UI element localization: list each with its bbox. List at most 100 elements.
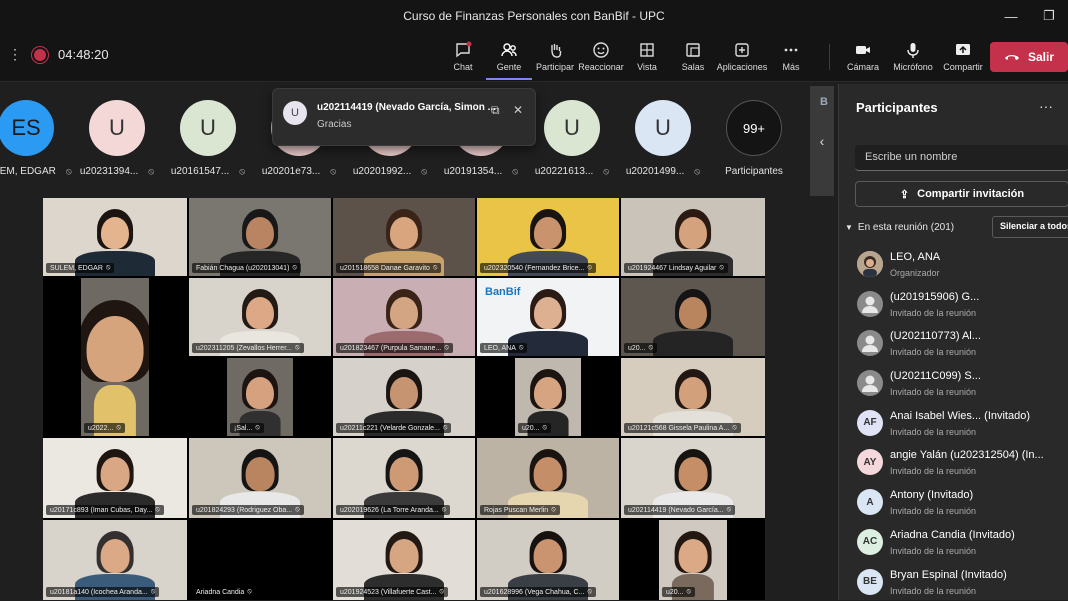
participant-photo (857, 251, 883, 277)
more-participants-button[interactable]: 99+Participantes (708, 100, 800, 177)
participant-name: Fabián Chagua (u202013041) (196, 265, 289, 272)
video-tile-label: u20171c893 (Iman Cubas, Day...⦸ (46, 505, 164, 515)
person-face (101, 539, 130, 573)
participant-row[interactable]: (U20211C099) S...Invitado de la reunión (839, 363, 1068, 403)
raise-hand-icon (546, 38, 564, 62)
open-chat-icon[interactable]: ⧉ (491, 103, 500, 118)
toolbar-gente-button[interactable]: Gente (486, 38, 532, 80)
strip-participant-name: u20201e73...⦸ (262, 166, 336, 177)
video-tile[interactable]: u20171c893 (Iman Cubas, Day...⦸ (43, 438, 187, 518)
strip-participant[interactable]: Uu20161547...⦸ (162, 100, 254, 177)
person-face (679, 297, 707, 330)
video-tile[interactable]: u20...⦸ (659, 520, 727, 600)
participant-row[interactable]: LEO, ANAOrganizador (839, 244, 1068, 284)
avatar: 99+ (726, 100, 782, 156)
mic-off-icon: ⦸ (255, 424, 260, 432)
participant-name: u20171c893 (Iman Cubas, Day... (50, 507, 152, 514)
mic-off-icon: ⦸ (587, 264, 592, 272)
restore-icon[interactable]: ❐ (1030, 0, 1068, 32)
video-tile[interactable]: u202019626 (La Torre Aranda...⦸ (333, 438, 475, 518)
brand-edge: B (820, 96, 828, 108)
video-tile[interactable]: u20...⦸ (621, 278, 765, 356)
mic-off-icon: ⦸ (727, 506, 732, 514)
video-tile[interactable]: Rojas Puscan Merlin⦸ (477, 438, 619, 518)
video-tile[interactable]: u20211c221 (Velarde Gonzale...⦸ (333, 358, 475, 436)
video-tile[interactable]: Fabián Chagua (u202013041)⦸ (189, 198, 331, 276)
close-icon[interactable]: ✕ (513, 103, 523, 117)
toolbar-chat-button[interactable]: Chat (440, 38, 486, 80)
strip-participant[interactable]: Uu20201499...⦸ (617, 100, 709, 177)
participant-row[interactable]: AAntony (Invitado)Invitado de la reunión (839, 482, 1068, 522)
video-tile[interactable]: u201924467 Lindsay Aguilar⦸ (621, 198, 765, 276)
video-tile[interactable]: ¡Sal...⦸ (227, 358, 293, 436)
toolbar-participar-button[interactable]: Participar (532, 38, 578, 80)
toolbar-salas-button[interactable]: Salas (670, 38, 716, 80)
mic-off-icon: ⦸ (151, 588, 156, 596)
video-tile[interactable]: u201518658 Danae Garavito⦸ (333, 198, 475, 276)
toolbar-vista-button[interactable]: Vista (624, 38, 670, 80)
more-icon[interactable]: ··· (1039, 98, 1053, 114)
toolbar-reaccionar-button[interactable]: Reaccionar (578, 38, 624, 80)
toolbar-camera-button[interactable]: Cámara (838, 38, 888, 72)
video-tile[interactable]: u20121c568 Gissela Paulina A...⦸ (621, 358, 765, 436)
minimize-icon[interactable]: — (992, 0, 1030, 32)
participant-avatar (857, 370, 883, 396)
mute-all-button[interactable]: Silenciar a todos (992, 216, 1068, 238)
video-tile[interactable]: u202114419 (Nevado García...⦸ (621, 438, 765, 518)
camera-icon (854, 38, 872, 62)
video-tile[interactable]: u201824293 (Rodriguez Oba...⦸ (189, 438, 331, 518)
share-invite-label: Compartir invitación (917, 188, 1024, 200)
toolbar-aplicaciones-button[interactable]: Aplicaciones (716, 38, 768, 80)
participant-name: u20121c568 Gissela Paulina A... (628, 425, 729, 432)
strip-participant[interactable]: Uu20221613...⦸ (526, 100, 618, 177)
toast-avatar: U (283, 101, 307, 125)
video-tile[interactable]: u202320540 (Fernandez Brice...⦸ (477, 198, 619, 276)
toolbar-microphone-button[interactable]: Micrófono (888, 38, 938, 72)
toolbar-más-button[interactable]: Más (768, 38, 814, 80)
leave-button[interactable]: Salir (990, 42, 1068, 72)
strip-participant[interactable]: ESSULEM, EDGAR⦸ (0, 100, 72, 177)
more-options-icon[interactable]: ⋮ (8, 46, 22, 63)
person-face (101, 457, 130, 491)
participant-name: u20221613... (535, 166, 593, 177)
toolbar-share-screen-button[interactable]: Compartir (938, 38, 988, 72)
toast-message: Gracias (317, 119, 351, 130)
toolbar-label: Reaccionar (578, 62, 624, 72)
search-participants-input[interactable]: Escribe un nombre (855, 145, 1068, 171)
video-tile-label: u20...⦸ (662, 587, 695, 597)
video-tile[interactable]: u201823467 (Purpula Samane...⦸ (333, 278, 475, 356)
participant-row[interactable]: (U202110773) Al...Invitado de la reunión (839, 323, 1068, 363)
participant-name: u20... (522, 425, 540, 432)
participant-avatar: BE (857, 569, 883, 595)
strip-participant[interactable]: Uu20231394...⦸ (71, 100, 163, 177)
mic-off-icon: ⦸ (543, 424, 548, 432)
toolbar-media-controls: CámaraMicrófonoCompartir (838, 38, 988, 72)
participant-name: u20231394... (80, 166, 138, 177)
participant-row[interactable]: BEBryan Espinal (Invitado)Invitado de la… (839, 562, 1068, 601)
video-tile[interactable]: u20...⦸ (515, 358, 581, 436)
video-tile[interactable]: u2022...⦸ (81, 278, 149, 436)
meeting-timer: 04:48:20 (58, 47, 109, 62)
video-tile[interactable]: u201924523 (Villafuerte Cast...⦸ (333, 520, 475, 600)
participant-name: (U202110773) Al... (890, 330, 981, 342)
video-tile[interactable]: u202311205 (Zevallos Herrer...⦸ (189, 278, 331, 356)
share-invite-button[interactable]: ⇪ Compartir invitación (855, 181, 1068, 207)
video-tile[interactable]: u201628996 (Vega Chahua, C...⦸ (477, 520, 619, 600)
video-tile[interactable]: u20181a140 (Icochea Aranda...⦸ (43, 520, 187, 600)
video-tile[interactable]: Ariadna Candia⦸ (189, 520, 331, 600)
video-tile[interactable]: BanBifLEO, ANA⦸ (477, 278, 619, 356)
breakout-rooms-icon (684, 38, 702, 62)
person-face (679, 457, 708, 491)
avatar: U (180, 100, 236, 156)
video-tile[interactable]: SULEM, EDGAR⦸ (43, 198, 187, 276)
participant-row[interactable]: AYangie Yalán (u202312504) (In...Invitad… (839, 442, 1068, 482)
participant-name: u20201e73... (262, 166, 320, 177)
in-meeting-section[interactable]: ▼ En esta reunión (201) (845, 222, 954, 233)
participant-row[interactable]: AFAnai Isabel Wies... (Invitado)Invitado… (839, 403, 1068, 443)
person-face (246, 217, 274, 250)
participant-row[interactable]: ACAriadna Candia (Invitado)Invitado de l… (839, 522, 1068, 562)
participant-row[interactable]: (u201915906) G...Invitado de la reunión (839, 284, 1068, 324)
chat-notification[interactable]: U u202114419 (Nevado García, Simon ... G… (272, 88, 536, 146)
participant-name: u202114419 (Nevado García... (628, 507, 724, 514)
participant-avatar: A (857, 489, 883, 515)
